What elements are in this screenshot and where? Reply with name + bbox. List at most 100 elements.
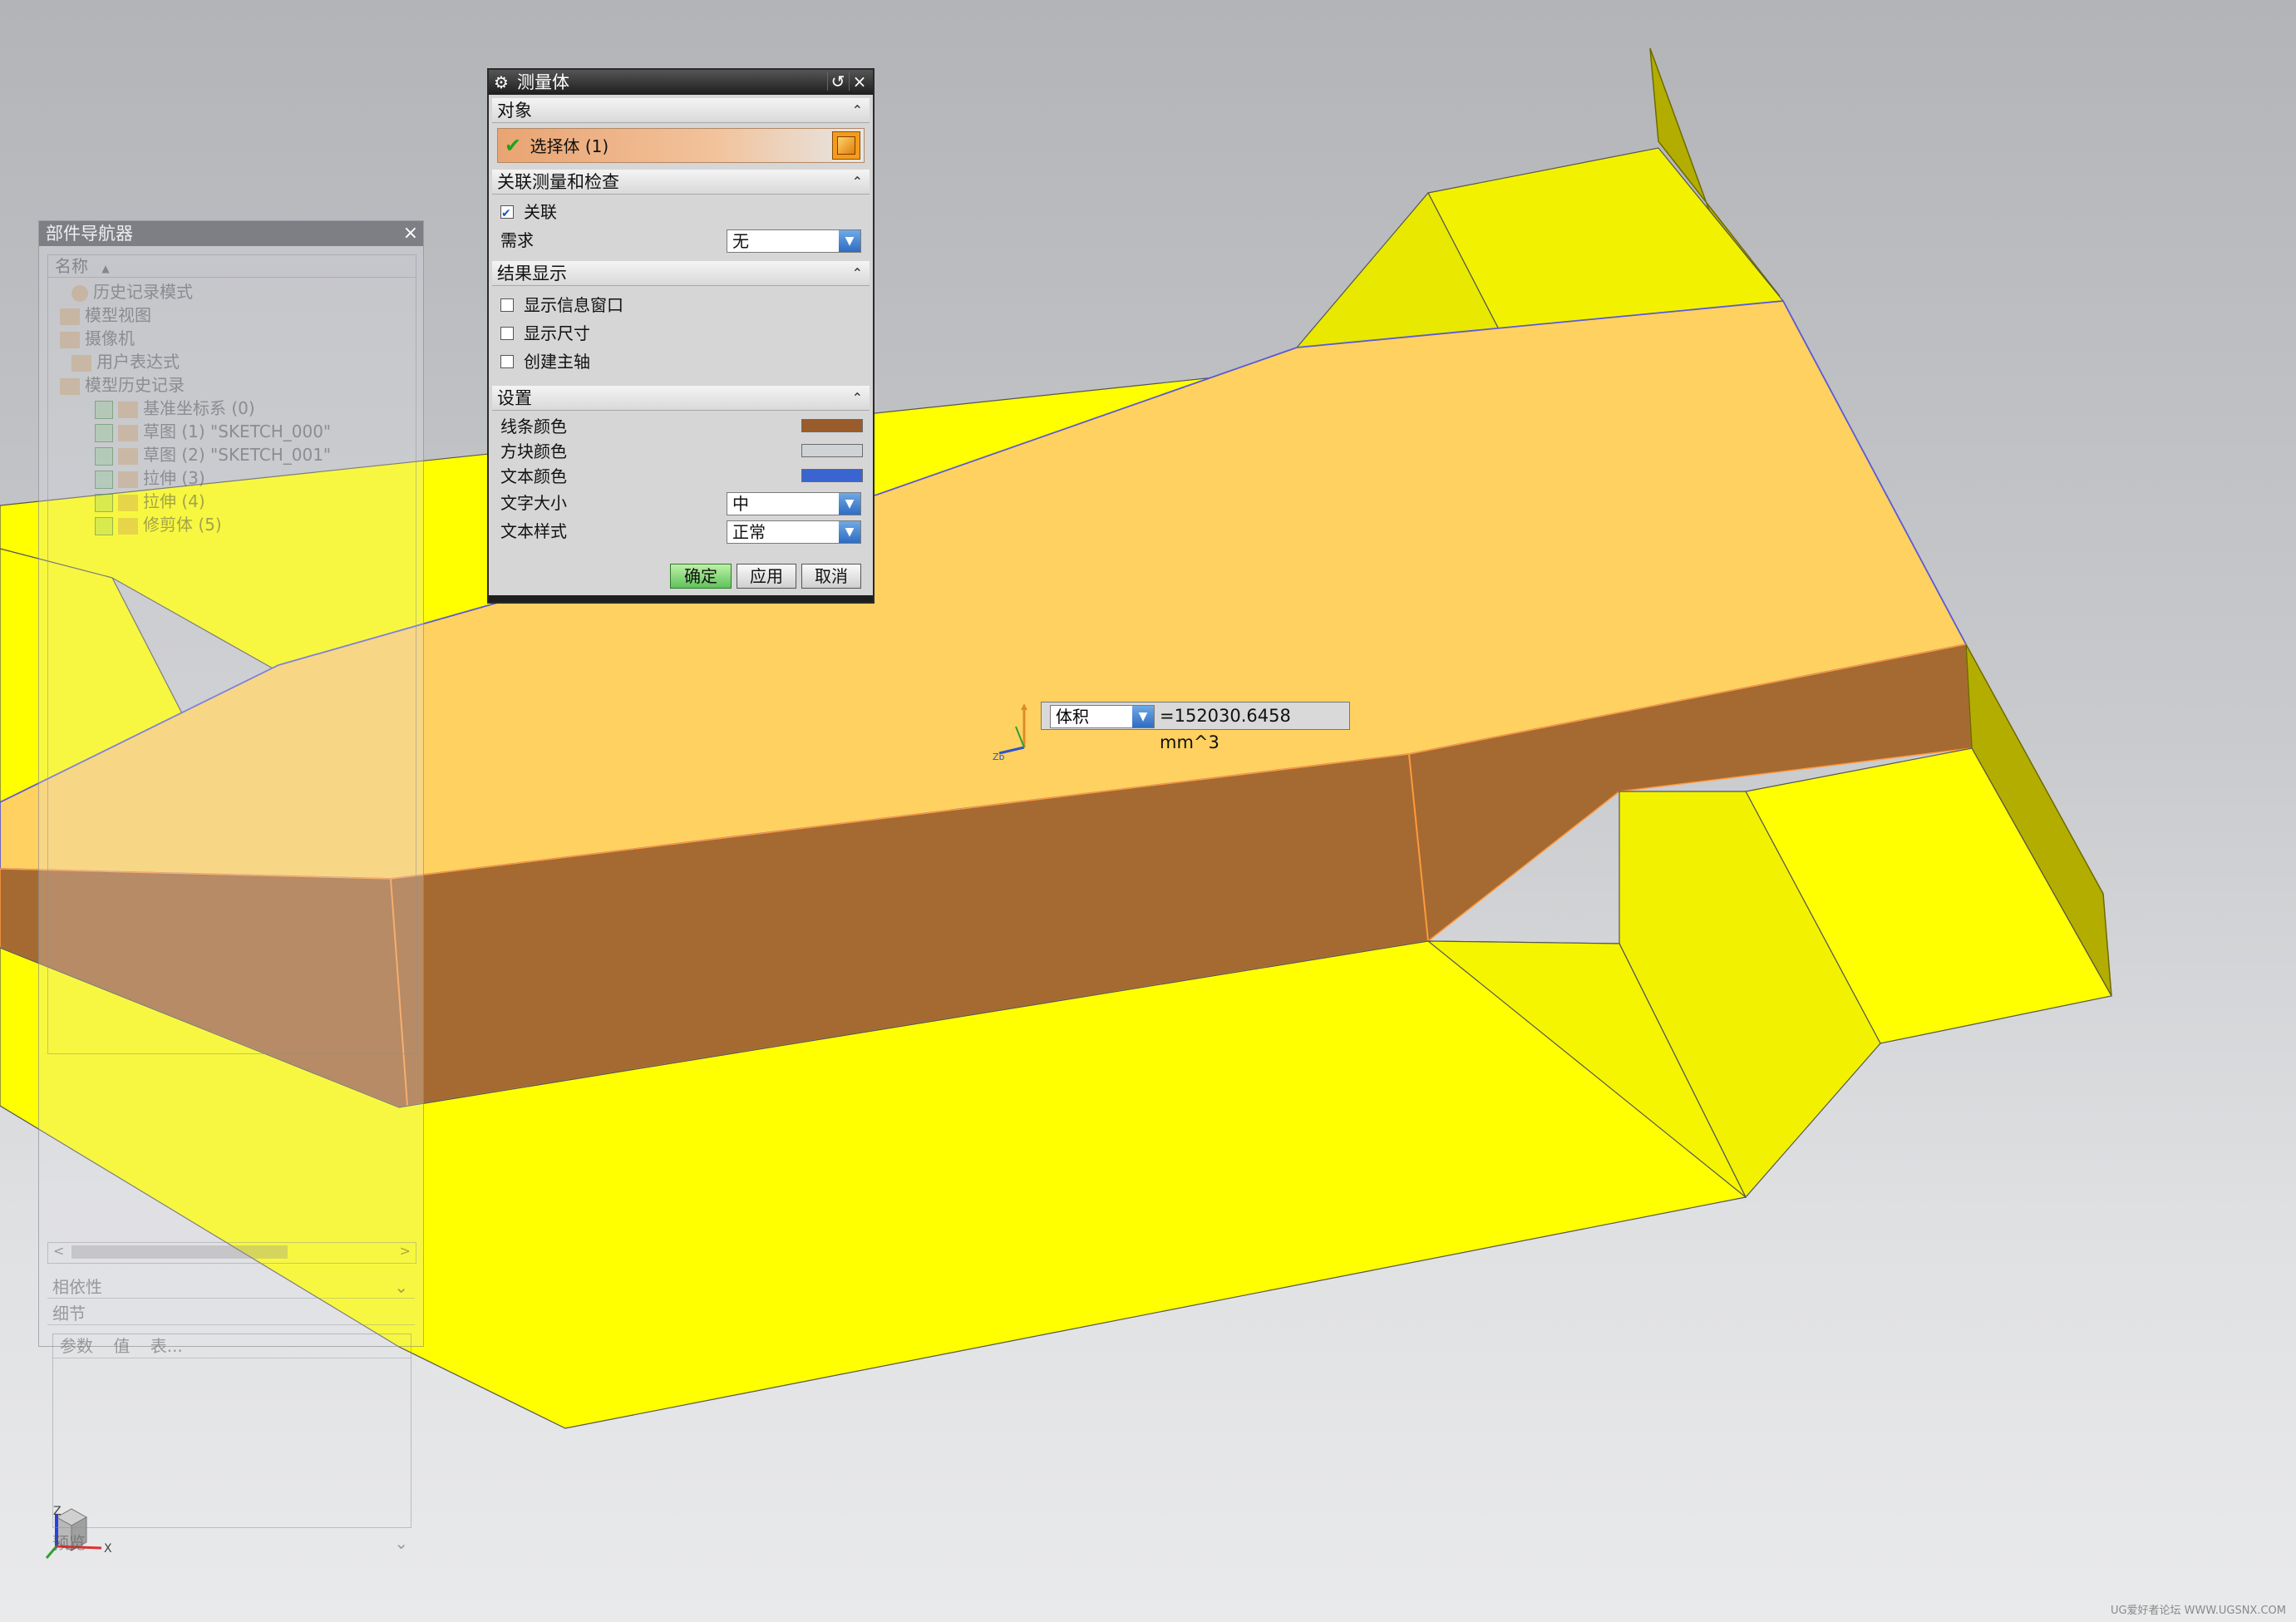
sketch-icon [118,447,138,465]
tree-item-trim-body-5[interactable]: 修剪体 (5) [95,513,222,536]
tree-item-history-mode[interactable]: 历史记录模式 [71,280,193,303]
cancel-button[interactable]: 取消 [801,564,861,589]
camera-icon [60,331,80,348]
show-dimension-row[interactable]: 显示尺寸 [500,321,590,346]
part-navigator[interactable]: 部件导航器 × 名称 ▲ 历史记录模式 模型视图 摄像机 用户表达式 模型历史记… [38,220,424,1553]
section-dependency[interactable]: 相依性 ⌄ [47,1275,415,1299]
show-dimension-checkbox[interactable] [500,326,514,340]
tree-item-sketch-1[interactable]: 草图 (1) "SKETCH_000" [95,420,331,443]
navigator-scrollbar[interactable]: < > [47,1242,416,1264]
scroll-right-icon[interactable]: > [400,1243,411,1259]
check-icon: ✔ [505,134,522,157]
folder-icon [71,354,91,372]
select-body-label: 选择体 (1) [530,136,609,156]
part-navigator-title-text: 部件导航器 [46,224,133,244]
text-style-select[interactable]: 正常 ▼ [727,520,861,544]
create-principal-axis-row[interactable]: 创建主轴 [500,349,590,374]
checkbox-icon[interactable] [95,423,113,442]
checkbox-icon[interactable] [95,400,113,419]
show-info-window-checkbox[interactable] [500,298,514,312]
dialog-footer [489,595,873,602]
dropdown-arrow-icon[interactable]: ▼ [839,230,860,252]
chevron-up-icon[interactable]: ⌃ [852,261,863,286]
requirement-select[interactable]: 无 ▼ [727,229,861,253]
text-color-swatch[interactable] [801,469,863,482]
tree-item-sketch-2[interactable]: 草图 (2) "SKETCH_001" [95,443,331,466]
sketch-icon [118,424,138,441]
chevron-down-icon: ⌄ [394,1533,408,1553]
create-principal-axis-checkbox[interactable] [500,354,514,368]
volume-measurement-label[interactable]: 体积 ▼ =152030.6458 mm^3 [1041,702,1350,752]
tree-item-extrude-3[interactable]: 拉伸 (3) [95,466,205,490]
part-csys-triad-icon: Zp [993,703,1027,760]
chevron-up-icon[interactable]: ⌃ [852,386,863,411]
checkbox-icon[interactable] [95,470,113,489]
line-color-swatch[interactable] [801,419,863,432]
text-size-label: 文字大小 [500,493,567,513]
volume-value: =152030.6458 mm^3 [1160,706,1291,752]
dialog-title: 测量体 [517,72,569,92]
measure-type-select[interactable]: 体积 ▼ [1050,705,1155,728]
section-result-display[interactable]: 结果显示 ⌃ [492,261,870,286]
col-value[interactable]: 值 [113,1336,130,1356]
checkbox-icon[interactable] [95,493,113,512]
gear-icon[interactable]: ⚙ [494,70,509,95]
measure-body-dialog[interactable]: ⚙ 测量体 ↺ × 对象 ⌃ ✔ 选择体 (1) 关联测量和检查 ⌃ 关联 需求… [487,68,875,604]
tree-item-user-expressions[interactable]: 用户表达式 [71,350,180,373]
zp-label: Zp [993,752,1005,760]
block-color-label: 方块颜色 [500,441,567,461]
column-name-label: 名称 [55,256,88,276]
clock-icon [71,284,88,302]
tree-item-model-views[interactable]: 模型视图 [60,303,151,327]
text-size-select[interactable]: 中 ▼ [727,492,861,515]
dropdown-arrow-icon[interactable]: ▼ [1132,706,1154,727]
tree-item-datum-csys[interactable]: 基准坐标系 (0) [95,397,255,420]
sort-asc-icon: ▲ [101,263,110,274]
chevron-up-icon[interactable]: ⌃ [852,98,863,123]
watermark: UG爱好者论坛 WWW.UGSNX.COM [2110,1605,2286,1617]
ok-button[interactable]: 确定 [670,564,732,589]
column-header-name[interactable]: 名称 ▲ [48,255,416,278]
dropdown-arrow-icon[interactable]: ▼ [839,521,860,543]
checkbox-icon[interactable] [95,516,113,535]
solid-body-icon[interactable] [832,131,860,160]
text-color-label: 文本颜色 [500,466,567,486]
text-style-label: 文本样式 [500,521,567,541]
dropdown-arrow-icon[interactable]: ▼ [839,493,860,515]
details-table-header: 参数 值 表... [53,1334,411,1358]
part-navigator-title[interactable]: 部件导航器 × [39,221,423,246]
block-color-swatch[interactable] [801,444,863,457]
details-table[interactable]: 参数 值 表... [52,1334,411,1528]
scroll-thumb[interactable] [71,1245,288,1259]
chevron-down-icon: ⌄ [394,1277,408,1297]
assoc-checkbox[interactable] [500,201,514,226]
tree-item-extrude-4[interactable]: 拉伸 (4) [95,490,205,513]
show-info-window-row[interactable]: 显示信息窗口 [500,293,623,318]
chevron-up-icon[interactable]: ⌃ [852,170,863,195]
section-settings[interactable]: 设置 ⌃ [492,386,870,411]
view-icon [60,308,80,325]
scroll-left-icon[interactable]: < [53,1243,64,1259]
close-icon[interactable]: × [403,221,418,246]
navigator-tree[interactable]: 名称 ▲ 历史记录模式 模型视图 摄像机 用户表达式 模型历史记录 基准坐标系 … [47,254,416,1054]
select-body-row[interactable]: ✔ 选择体 (1) [497,128,865,163]
section-object[interactable]: 对象 ⌃ [492,98,870,123]
close-icon[interactable]: × [849,72,870,91]
folder-icon [60,377,80,395]
section-details[interactable]: 细节 [47,1302,415,1325]
apply-button[interactable]: 应用 [737,564,796,589]
section-assoc-measure[interactable]: 关联测量和检查 ⌃ [492,170,870,195]
assoc-checkbox-row[interactable]: 关联 [500,200,557,226]
col-param[interactable]: 参数 [60,1336,93,1356]
datum-csys-icon [118,401,138,418]
tree-item-cameras[interactable]: 摄像机 [60,327,135,350]
tree-item-model-history[interactable]: 模型历史记录 [60,373,185,397]
dialog-title-bar[interactable]: ⚙ 测量体 ↺ × [489,70,873,95]
requirement-label: 需求 [500,230,534,250]
line-color-label: 线条颜色 [500,417,567,436]
reset-icon[interactable]: ↺ [827,72,848,91]
section-preview[interactable]: 预览 ⌄ [47,1531,415,1555]
checkbox-icon[interactable] [95,446,113,466]
extrude-icon [118,494,138,511]
col-expression[interactable]: 表... [150,1336,183,1356]
